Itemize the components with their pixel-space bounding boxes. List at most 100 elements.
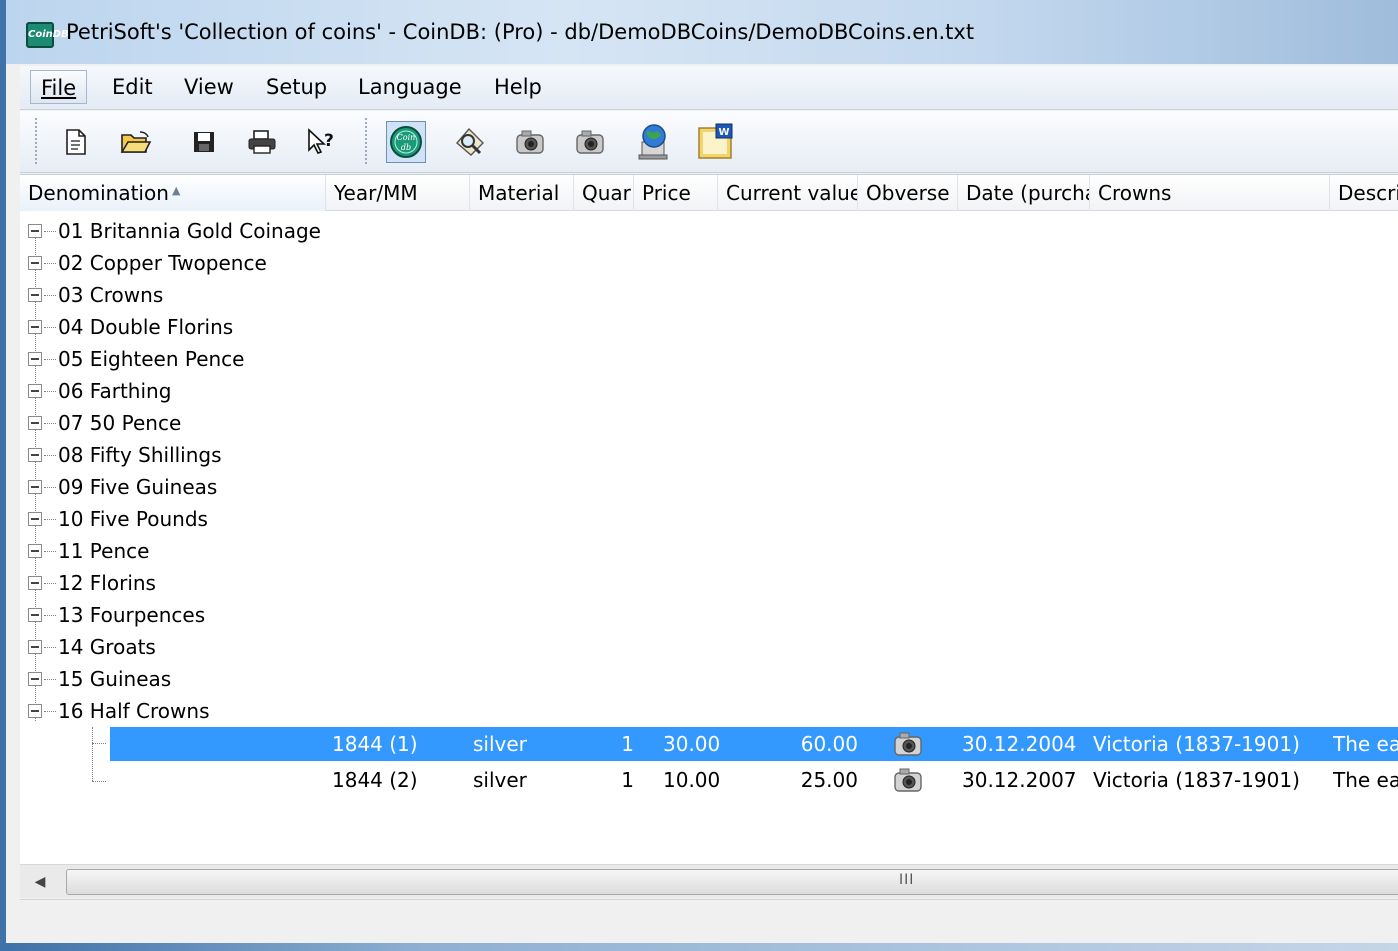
collapse-toggle-icon[interactable]	[28, 384, 42, 398]
title-bar[interactable]: CoinDB PetriSoft's 'Collection of coins'…	[6, 0, 1398, 64]
cell-current-value: 60.00	[800, 732, 858, 756]
cell-obverse[interactable]	[892, 763, 932, 797]
collapse-toggle-icon[interactable]	[28, 480, 42, 494]
column-date-purchased-label: Date (purcha	[966, 181, 1090, 205]
collapse-toggle-icon[interactable]	[28, 608, 42, 622]
table-row[interactable]: 1844 (1) silver 1 30.00 60.00 30.12.2004…	[20, 727, 1398, 761]
column-quantity-label: Quar	[582, 181, 631, 205]
main-window: CoinDB PetriSoft's 'Collection of coins'…	[0, 0, 1398, 951]
svg-text:db: db	[401, 143, 411, 152]
table-row[interactable]: 1844 (2) silver 1 10.00 25.00 30.12.2007…	[20, 763, 1398, 797]
tree-node-label: 11 Pence	[58, 539, 150, 563]
cell-crowns: Victoria (1837-1901)	[1093, 768, 1300, 792]
word-export-icon: W	[698, 123, 733, 159]
coin-db-icon: Coindb	[390, 126, 422, 158]
cell-quantity: 1	[621, 732, 634, 756]
scrollbar-thumb[interactable]: III	[66, 869, 1398, 895]
menu-edit-label: Edit	[112, 75, 153, 99]
word-export-button[interactable]: W	[696, 121, 736, 163]
horizontal-scrollbar[interactable]: ◀ III	[20, 864, 1398, 898]
tree-node-label: 01 Britannia Gold Coinage	[58, 219, 321, 243]
tree-node-label: 02 Copper Twopence	[58, 251, 267, 275]
new-button[interactable]	[56, 121, 96, 163]
photo-button-2[interactable]	[570, 121, 610, 163]
tree-branch-line	[44, 583, 56, 584]
tree-branch-line	[44, 231, 56, 232]
cell-price: 30.00	[663, 732, 721, 756]
column-year[interactable]: Year/MM	[326, 175, 470, 211]
collapse-toggle-icon[interactable]	[28, 224, 42, 238]
cell-material: silver	[473, 768, 527, 792]
web-button[interactable]	[634, 121, 674, 163]
tree-branch-line	[44, 327, 56, 328]
column-obverse[interactable]: Obverse	[858, 175, 958, 211]
toolbar-grip-2[interactable]	[364, 117, 368, 165]
collapse-toggle-icon[interactable]	[28, 640, 42, 654]
collapse-toggle-icon[interactable]	[28, 544, 42, 558]
tree-branch-line	[44, 359, 56, 360]
column-current-value-label: Current value	[726, 181, 858, 205]
cell-obverse[interactable]	[892, 727, 932, 761]
collapse-toggle-icon[interactable]	[28, 512, 42, 526]
collapse-toggle-icon[interactable]	[28, 416, 42, 430]
collapse-toggle-icon[interactable]	[28, 288, 42, 302]
collapse-toggle-icon[interactable]	[28, 576, 42, 590]
tree-node-label: 16 Half Crowns	[58, 699, 210, 723]
cell-date: 30.12.2004	[962, 732, 1077, 756]
status-bar	[20, 899, 1398, 943]
column-description[interactable]: Descrip	[1330, 175, 1398, 211]
scrollbar-grip: III	[899, 872, 915, 888]
print-button[interactable]	[242, 121, 282, 163]
column-material[interactable]: Material	[470, 175, 574, 211]
context-help-button[interactable]: ?	[302, 121, 342, 163]
tree-leaf-line	[92, 781, 106, 782]
cell-material: silver	[473, 732, 527, 756]
menu-file[interactable]: File	[30, 70, 88, 104]
search-button[interactable]	[450, 121, 490, 163]
photo-button-1[interactable]	[510, 121, 550, 163]
save-button[interactable]	[184, 121, 224, 163]
tree-branch-line	[44, 295, 56, 296]
sort-ascending-icon: ▲	[172, 184, 181, 197]
column-obverse-label: Obverse	[866, 181, 950, 205]
column-date-purchased[interactable]: Date (purcha	[958, 175, 1090, 211]
column-material-label: Material	[478, 181, 560, 205]
menu-language-label: Language	[358, 75, 462, 99]
collapse-toggle-icon[interactable]	[28, 672, 42, 686]
column-quantity[interactable]: Quar	[574, 175, 634, 211]
magnifier-icon	[456, 127, 484, 156]
column-denomination[interactable]: ▲ Denomination	[20, 175, 326, 211]
tree-leaf-line	[92, 743, 106, 744]
column-crowns[interactable]: Crowns	[1090, 175, 1330, 211]
menu-view[interactable]: View	[174, 70, 244, 104]
menu-edit[interactable]: Edit	[102, 70, 163, 104]
menu-language[interactable]: Language	[348, 70, 472, 104]
tree-branch-line	[44, 647, 56, 648]
menu-view-label: View	[184, 75, 234, 99]
column-price-label: Price	[642, 181, 691, 205]
toolbar-grip[interactable]	[34, 117, 38, 165]
tree-branch-line	[44, 391, 56, 392]
globe-computer-icon	[638, 124, 668, 160]
collapse-toggle-icon[interactable]	[28, 704, 42, 718]
menu-setup[interactable]: Setup	[256, 70, 337, 104]
open-button[interactable]	[116, 121, 156, 163]
collapse-toggle-icon[interactable]	[28, 448, 42, 462]
coin-db-button[interactable]: Coin db	[386, 121, 426, 163]
tree-node-label: 09 Five Guineas	[58, 475, 218, 499]
menu-bar: File Edit View Setup Language Help	[20, 66, 1398, 110]
tree-branch-line	[44, 615, 56, 616]
collapse-toggle-icon[interactable]	[28, 256, 42, 270]
tree-branch-line	[44, 487, 56, 488]
column-price[interactable]: Price	[634, 175, 718, 211]
tree-node-label: 07 50 Pence	[58, 411, 182, 435]
cell-year: 1844 (2)	[332, 768, 418, 792]
coin-grid[interactable]: ▲ Denomination Year/MM Material Quar Pric…	[20, 174, 1398, 864]
scroll-left-button[interactable]: ◀	[20, 865, 60, 898]
toolbar: ? Coin db W	[20, 111, 1398, 173]
collapse-toggle-icon[interactable]	[28, 320, 42, 334]
tree-node-label: 15 Guineas	[58, 667, 172, 691]
collapse-toggle-icon[interactable]	[28, 352, 42, 366]
menu-help[interactable]: Help	[484, 70, 552, 104]
column-current-value[interactable]: Current value	[718, 175, 858, 211]
